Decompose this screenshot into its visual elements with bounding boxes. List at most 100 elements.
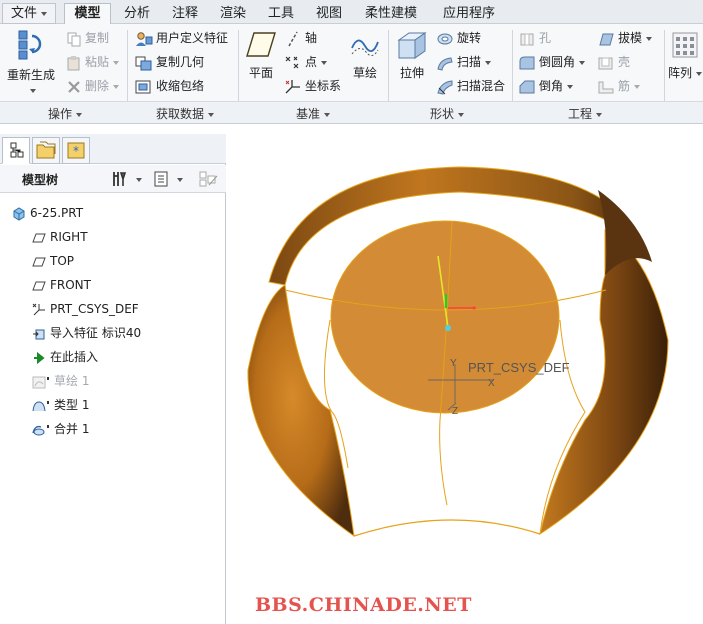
- datum-point-button[interactable]: 点: [284, 52, 328, 72]
- shell-label: 壳: [618, 55, 631, 69]
- delete-button[interactable]: 删除: [66, 76, 120, 96]
- group-get-data[interactable]: 获取数据: [140, 105, 230, 122]
- tab-annotate-label: 注释: [171, 6, 198, 21]
- watermark-text: BBS.CHINADE.NET: [255, 594, 472, 616]
- tree-item-merge[interactable]: 合并 1: [32, 418, 89, 440]
- model-viewport[interactable]: PRT_CSYS_DEF Y X Z: [227, 124, 703, 624]
- shrinkwrap-label: 收缩包络: [156, 79, 205, 93]
- sweep-label: 扫描: [457, 55, 482, 69]
- tree-item-import-feature-label: 导入特征 标识40: [50, 326, 142, 340]
- swept-blend-button[interactable]: 扫描混合: [436, 76, 505, 96]
- datum-point-icon: [285, 56, 299, 68]
- group-operations[interactable]: 操作: [20, 105, 110, 122]
- copy-geometry-icon: [135, 56, 152, 70]
- udf-button[interactable]: 用户定义特征: [135, 28, 228, 48]
- extrude-button[interactable]: 拉伸: [394, 30, 430, 81]
- tree-item-sketch-label: 草绘 1: [54, 374, 90, 388]
- revolve-icon: [437, 33, 453, 44]
- pattern-icon: [672, 32, 698, 58]
- datum-plane-icon: [32, 281, 46, 290]
- shell-button[interactable]: 壳: [597, 52, 630, 72]
- tree-item-csys[interactable]: PRT_CSYS_DEF: [32, 298, 139, 320]
- tab-flexible-modeling[interactable]: 柔性建模: [356, 3, 426, 24]
- csys-axis-y: Y: [450, 358, 457, 369]
- paste-icon: [67, 55, 80, 70]
- tab-analysis[interactable]: 分析: [114, 3, 160, 24]
- draft-button[interactable]: 拔模: [597, 28, 653, 48]
- tab-render[interactable]: 渲染: [210, 3, 256, 24]
- tree-item-right[interactable]: RIGHT: [32, 226, 88, 248]
- swept-blend-label: 扫描混合: [457, 79, 506, 93]
- datum-plane-button[interactable]: 平面: [243, 30, 279, 81]
- tab-annotate[interactable]: 注释: [162, 3, 208, 24]
- tab-model-tree[interactable]: [2, 137, 30, 164]
- file-menu-label: 文件: [10, 6, 37, 21]
- insert-arrow-icon: [34, 351, 45, 364]
- shrinkwrap-button[interactable]: 收缩包络: [135, 76, 204, 96]
- revolve-label: 旋转: [457, 31, 482, 45]
- extrude-icon: [397, 32, 427, 59]
- tab-analysis-label: 分析: [123, 6, 150, 21]
- group-engineering[interactable]: 工程: [540, 105, 630, 122]
- tree-item-insert-here[interactable]: 在此插入: [32, 346, 98, 368]
- datum-axis-label: 轴: [305, 31, 318, 45]
- model-tree-panel: * 模型树 6-25.PRT RIGHT TOP FRONT PRT_CSYS_…: [0, 134, 226, 624]
- ribbon-group-labels: 操作 获取数据 基准 形状 工程: [0, 101, 703, 123]
- tab-view[interactable]: 视图: [306, 3, 352, 24]
- tree-filters-icon[interactable]: [153, 170, 189, 188]
- tab-tools[interactable]: 工具: [258, 3, 304, 24]
- model-tree-title: 模型树: [22, 173, 59, 187]
- sweep-icon: [437, 56, 453, 71]
- extrude-label: 拉伸: [399, 66, 424, 80]
- tab-favorites[interactable]: *: [62, 137, 90, 164]
- tree-item-insert-here-label: 在此插入: [50, 350, 99, 364]
- sweep-button[interactable]: 扫描: [436, 52, 492, 72]
- rib-button[interactable]: 筋: [597, 76, 641, 96]
- tree-item-top[interactable]: TOP: [32, 250, 74, 272]
- tree-item-sketch[interactable]: 草绘 1: [32, 370, 89, 392]
- tree-settings-icon[interactable]: [111, 170, 145, 188]
- tree-item-part[interactable]: 6-25.PRT: [12, 202, 83, 224]
- sketch-icon: [351, 39, 379, 56]
- hole-icon: [520, 33, 534, 45]
- gizmo-origin: [445, 325, 451, 331]
- tree-item-part-label: 6-25.PRT: [30, 206, 84, 220]
- tab-folder-browser[interactable]: [32, 137, 60, 164]
- tab-model[interactable]: 模型: [64, 3, 111, 25]
- pattern-button[interactable]: 阵列: [668, 30, 703, 81]
- tree-columns-icon[interactable]: [198, 170, 220, 188]
- round-button[interactable]: 倒圆角: [518, 52, 586, 72]
- model-tree-header: 模型树: [0, 165, 226, 193]
- datum-csys-button[interactable]: 坐标系: [284, 76, 341, 96]
- tree-item-surface-label: 类型 1: [54, 398, 90, 412]
- group-shapes[interactable]: 形状: [402, 105, 492, 122]
- csys-label: PRT_CSYS_DEF: [468, 360, 570, 375]
- tree-item-surface[interactable]: 类型 1: [32, 394, 89, 416]
- hole-button[interactable]: 孔: [518, 28, 551, 48]
- group-operations-label: 操作: [47, 107, 72, 121]
- sketch-button[interactable]: 草绘: [348, 30, 382, 81]
- tab-applications-label: 应用程序: [442, 6, 495, 21]
- copy-button[interactable]: 复制: [66, 28, 109, 48]
- copy-label: 复制: [85, 31, 110, 45]
- regenerate-button[interactable]: 重新生成: [6, 28, 56, 97]
- tree-item-front-label: FRONT: [50, 278, 91, 292]
- tab-flexible-modeling-label: 柔性建模: [364, 6, 417, 21]
- tree-item-front[interactable]: FRONT: [32, 274, 91, 296]
- paste-button[interactable]: 粘贴: [66, 52, 120, 72]
- copy-icon: [67, 32, 81, 46]
- datum-axis-button[interactable]: 轴: [284, 28, 317, 48]
- chamfer-button[interactable]: 倒角: [518, 76, 574, 96]
- revolve-button[interactable]: 旋转: [436, 28, 481, 48]
- datum-plane-icon: [32, 257, 46, 266]
- copy-geometry-button[interactable]: 复制几何: [135, 52, 204, 72]
- model-tree-icon: [10, 142, 24, 158]
- file-menu[interactable]: 文件: [2, 3, 56, 24]
- copy-geometry-label: 复制几何: [156, 55, 205, 69]
- merge-icon: [32, 424, 49, 435]
- delete-label: 删除: [85, 79, 110, 93]
- tree-item-import-feature[interactable]: 导入特征 标识40: [32, 322, 141, 344]
- tab-applications[interactable]: 应用程序: [434, 3, 504, 24]
- group-datum[interactable]: 基准: [268, 105, 358, 122]
- graphics-window[interactable]: PRT_CSYS_DEF Y X Z: [227, 124, 703, 624]
